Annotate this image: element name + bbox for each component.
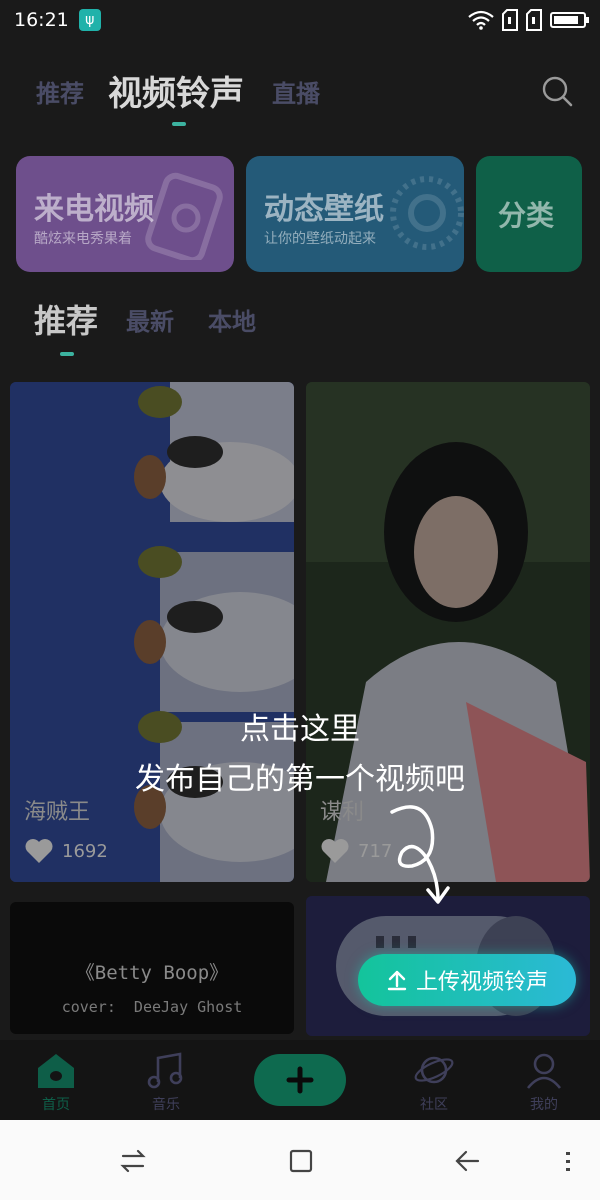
video-title: 谋利 bbox=[320, 800, 365, 825]
video-caption-title: 《Betty Boop》 bbox=[75, 962, 229, 984]
battery-level bbox=[554, 16, 578, 24]
bottom-nav: 首页 音乐 社区 我的 bbox=[0, 1040, 600, 1120]
card-incoming-video[interactable]: 来电视频 酷炫来电秀果着 bbox=[16, 156, 234, 272]
wifi-icon bbox=[468, 10, 494, 30]
card-title: 动态壁纸 bbox=[264, 192, 384, 227]
add-icon bbox=[286, 1066, 314, 1094]
subtab-latest[interactable]: 最新 bbox=[126, 302, 174, 337]
usb-icon: ψ bbox=[78, 9, 101, 31]
planet-icon bbox=[414, 1056, 454, 1084]
likes-row: 717 bbox=[320, 838, 392, 864]
nav-label: 社区 bbox=[420, 1097, 448, 1113]
heart-icon[interactable] bbox=[24, 838, 54, 864]
card-live-wallpaper[interactable]: 动态壁纸 让你的壁纸动起来 bbox=[246, 156, 464, 272]
active-subtab-indicator bbox=[60, 352, 74, 356]
video-card[interactable]: 海贼王 1692 bbox=[10, 382, 294, 882]
upload-video-ringtone-button[interactable]: 上传视频铃声 bbox=[358, 954, 576, 1006]
nav-label: 我的 bbox=[530, 1097, 558, 1113]
feature-cards: 来电视频 酷炫来电秀果着 动态壁纸 让你的壁纸动起来 分类 bbox=[0, 156, 600, 274]
tab-live[interactable]: 直播 bbox=[272, 74, 320, 109]
add-button[interactable] bbox=[254, 1054, 346, 1106]
top-nav: 推荐 视频铃声 直播 bbox=[0, 60, 600, 130]
system-nav-bar bbox=[0, 1120, 600, 1200]
tab-video-ringtone[interactable]: 视频铃声 bbox=[108, 66, 244, 115]
nav-music[interactable]: 音乐 bbox=[126, 1050, 206, 1114]
search-icon[interactable] bbox=[540, 74, 574, 108]
card-category[interactable]: 分类 bbox=[476, 156, 582, 272]
sim-1-icon bbox=[502, 9, 518, 31]
card-title: 分类 bbox=[498, 199, 555, 232]
upload-icon bbox=[387, 970, 407, 991]
subtab-local[interactable]: 本地 bbox=[208, 302, 256, 337]
battery-icon bbox=[550, 12, 589, 28]
card-subtitle: 让你的壁纸动起来 bbox=[264, 231, 376, 247]
tab-recommend[interactable]: 推荐 bbox=[36, 74, 84, 109]
heart-icon[interactable] bbox=[320, 838, 350, 864]
onboarding-hint-line-2: 发布自己的第一个视频吧 bbox=[135, 762, 465, 797]
sim-2-icon bbox=[526, 9, 542, 31]
onboarding-hint-line-1: 点击这里 bbox=[240, 712, 360, 747]
upload-button-label: 上传视频铃声 bbox=[415, 970, 548, 995]
likes-row: 1692 bbox=[24, 838, 108, 864]
nav-home[interactable]: 首页 bbox=[16, 1050, 96, 1114]
profile-icon bbox=[526, 1053, 562, 1089]
nav-community[interactable]: 社区 bbox=[394, 1050, 474, 1114]
video-card[interactable]: 《Betty Boop》 cover: DeeJay Ghost bbox=[10, 902, 294, 1034]
switch-icon[interactable] bbox=[118, 1146, 148, 1176]
nav-profile[interactable]: 我的 bbox=[504, 1050, 584, 1114]
hint-arrow-icon bbox=[390, 805, 450, 904]
square-icon[interactable] bbox=[286, 1146, 316, 1176]
card-subtitle: 酷炫来电秀果着 bbox=[34, 231, 132, 247]
status-time: 16:21 bbox=[14, 9, 69, 31]
nav-label: 音乐 bbox=[152, 1097, 180, 1113]
music-icon bbox=[147, 1052, 183, 1089]
video-title: 海贼王 bbox=[24, 800, 91, 825]
home-icon bbox=[38, 1054, 74, 1088]
menu-icon[interactable] bbox=[554, 1146, 584, 1176]
card-title: 来电视频 bbox=[34, 192, 154, 227]
sub-tabs: 推荐 最新 本地 bbox=[0, 290, 600, 360]
video-caption-credit: cover: DeeJay Ghost bbox=[61, 998, 243, 1016]
active-tab-indicator bbox=[172, 122, 186, 126]
status-bar: 16:21 ψ bbox=[0, 0, 600, 40]
dial-icon bbox=[390, 176, 464, 250]
back-icon[interactable] bbox=[452, 1146, 482, 1176]
nav-label: 首页 bbox=[42, 1097, 70, 1113]
like-count: 1692 bbox=[62, 840, 108, 862]
subtab-recommend[interactable]: 推荐 bbox=[34, 296, 98, 342]
